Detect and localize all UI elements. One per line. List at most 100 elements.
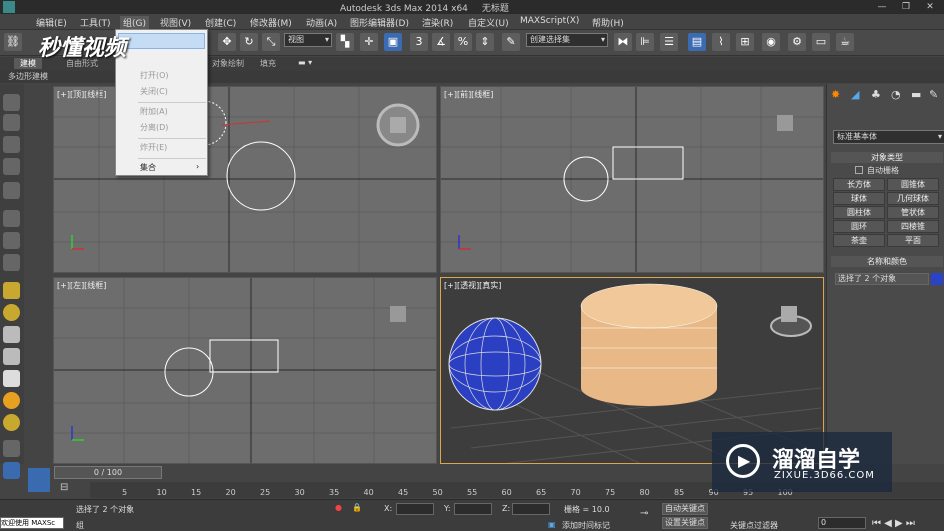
y-field[interactable] xyxy=(454,503,492,515)
key-icon[interactable]: ⊸ xyxy=(640,508,648,519)
object-color-swatch[interactable] xyxy=(931,273,943,285)
box-button[interactable]: 长方体 xyxy=(833,178,885,191)
menu-animation[interactable]: 动画(A) xyxy=(306,16,337,29)
menu-customize[interactable]: 自定义(U) xyxy=(468,16,509,29)
playback-controls[interactable]: ⏮ ◀ ▶ ⏭ xyxy=(872,518,915,529)
snap-3-icon[interactable]: 3 xyxy=(410,33,428,51)
gold-sphere-icon[interactable] xyxy=(3,414,20,431)
menu-graph-editors[interactable]: 图形编辑器(D) xyxy=(350,16,409,29)
pyramid-button[interactable]: 四棱锥 xyxy=(887,220,939,233)
light-bulb-icon[interactable] xyxy=(3,182,20,199)
lock-selection-icon[interactable]: 🔒 xyxy=(352,503,362,512)
teapot-icon[interactable] xyxy=(3,326,20,343)
region-select-icon[interactable] xyxy=(3,114,20,131)
auto-key-button[interactable]: 自动关键点 xyxy=(662,503,708,515)
time-slider[interactable]: 0 / 100 xyxy=(54,466,162,479)
viewport-front[interactable]: [+][前][线框] xyxy=(440,86,824,273)
key-filters-button[interactable]: 关键点过滤器 xyxy=(730,520,778,531)
hierarchy-tab-icon[interactable]: ♣ xyxy=(871,88,881,101)
select-manipulate-icon[interactable]: ✛ xyxy=(360,33,378,51)
keyboard-shortcut-icon[interactable]: ▣ xyxy=(384,33,402,51)
menu-create[interactable]: 创建(C) xyxy=(205,16,236,29)
edit-named-selection-icon[interactable]: ✎ xyxy=(502,33,520,51)
menu-rendering[interactable]: 渲染(R) xyxy=(422,16,453,29)
layer-icon[interactable] xyxy=(3,136,20,153)
minimize-button[interactable]: — xyxy=(870,0,894,14)
move-icon[interactable]: ✥ xyxy=(218,33,236,51)
app-logo-icon[interactable] xyxy=(3,1,15,13)
menu-modifiers[interactable]: 修改器(M) xyxy=(250,16,292,29)
cylinder-button[interactable]: 圆柱体 xyxy=(833,206,885,219)
menu-item-open[interactable]: 打开(O) xyxy=(140,70,169,81)
render-setup-icon[interactable]: ⚙ xyxy=(788,33,806,51)
maxscript-listener[interactable]: 欢迎使用 MAXSc xyxy=(0,517,64,529)
graphite-ribbon-icon[interactable]: ▤ xyxy=(688,33,706,51)
scale-icon[interactable]: ⤡ xyxy=(262,33,280,51)
create-tab-icon[interactable]: ✸ xyxy=(831,88,840,101)
pivot-icon[interactable]: ▚ xyxy=(336,33,354,51)
object-name-field[interactable]: 选择了 2 个对象 xyxy=(835,273,929,285)
rotate-icon[interactable]: ↻ xyxy=(240,33,258,51)
x-field[interactable] xyxy=(396,503,434,515)
select-object-icon[interactable] xyxy=(3,94,20,111)
list-icon[interactable] xyxy=(3,158,20,175)
current-frame-field[interactable]: 0 xyxy=(818,517,866,529)
motion-tab-icon[interactable]: ◔ xyxy=(891,88,901,101)
display-tab-icon[interactable]: ▬ xyxy=(911,88,921,101)
cone-button[interactable]: 圆锥体 xyxy=(887,178,939,191)
layer-manager-icon[interactable]: ☰ xyxy=(660,33,678,51)
primitive-type-select[interactable]: 标准基本体 xyxy=(833,130,944,144)
percent-snap-icon[interactable]: % xyxy=(454,33,472,51)
viewport-layout-icon[interactable] xyxy=(28,468,50,492)
viewport-top[interactable]: [+][顶][线框] xyxy=(53,86,437,273)
rendered-frame-icon[interactable]: ▭ xyxy=(812,33,830,51)
render-production-icon[interactable]: ☕ xyxy=(836,33,854,51)
menu-item-close[interactable]: 关闭(C) xyxy=(140,86,168,97)
menu-item-detach[interactable]: 分离(D) xyxy=(140,122,168,133)
sphere-primitive-icon[interactable] xyxy=(3,304,20,321)
maximize-button[interactable]: ❐ xyxy=(894,0,918,14)
menu-help[interactable]: 帮助(H) xyxy=(592,16,624,29)
torus-icon[interactable] xyxy=(3,348,20,365)
polygon-modeling-label[interactable]: 多边形建模 xyxy=(8,71,48,82)
z-field[interactable] xyxy=(512,503,550,515)
angle-snap-icon[interactable]: ∡ xyxy=(432,33,450,51)
torus-button[interactable]: 圆环 xyxy=(833,220,885,233)
teapot-button[interactable]: 茶壶 xyxy=(833,234,885,247)
curve-editor-icon[interactable]: ⌇ xyxy=(712,33,730,51)
box-primitive-icon[interactable] xyxy=(3,282,20,299)
tab-paint[interactable]: 对象绘制 xyxy=(206,58,250,69)
add-time-tag[interactable]: 添加时间标记 xyxy=(562,520,610,531)
sun-icon[interactable] xyxy=(3,392,20,409)
menu-maxscript[interactable]: MAXScript(X) xyxy=(520,16,579,26)
object-type-header[interactable]: 对象类型 xyxy=(831,152,943,163)
reference-coord-select[interactable]: 视图 xyxy=(284,33,332,47)
time-tag-icon[interactable]: ▣ xyxy=(548,520,556,529)
viewport-left[interactable]: [+][左][线框] xyxy=(53,277,437,464)
autogrid-checkbox[interactable] xyxy=(855,166,863,174)
schematic-view-icon[interactable]: ⊞ xyxy=(736,33,754,51)
spacewarp-icon[interactable] xyxy=(3,254,20,271)
geosphere-button[interactable]: 几何球体 xyxy=(887,192,939,205)
utilities-tab-icon[interactable]: ✎ xyxy=(929,88,938,101)
set-key-button[interactable]: 设置关键点 xyxy=(662,517,708,529)
menu-item-explode[interactable]: 炸开(E) xyxy=(140,142,167,153)
tool-expand-icon[interactable] xyxy=(3,462,20,479)
sphere-button[interactable]: 球体 xyxy=(833,192,885,205)
cone-icon[interactable] xyxy=(3,370,20,387)
material-editor-icon[interactable]: ◉ xyxy=(762,33,780,51)
close-button[interactable]: ✕ xyxy=(918,0,942,14)
tab-populate[interactable]: 填充 xyxy=(254,58,282,69)
plane-button[interactable]: 平面 xyxy=(887,234,939,247)
named-selection-set-select[interactable]: 创建选择集 xyxy=(526,33,608,47)
align-icon[interactable]: ⊫ xyxy=(636,33,654,51)
lock-icon[interactable]: ● xyxy=(335,503,342,512)
tube-button[interactable]: 管状体 xyxy=(887,206,939,219)
camera-icon[interactable] xyxy=(3,210,20,227)
grid-tool-icon[interactable] xyxy=(3,440,20,457)
menu-item-attach[interactable]: 附加(A) xyxy=(140,106,168,117)
spinner-snap-icon[interactable]: ⇕ xyxy=(476,33,494,51)
track-bar-toggle-icon[interactable]: ⊟ xyxy=(60,482,76,496)
modify-tab-icon[interactable]: ◢ xyxy=(851,88,859,101)
name-color-header[interactable]: 名称和颜色 xyxy=(831,256,943,267)
